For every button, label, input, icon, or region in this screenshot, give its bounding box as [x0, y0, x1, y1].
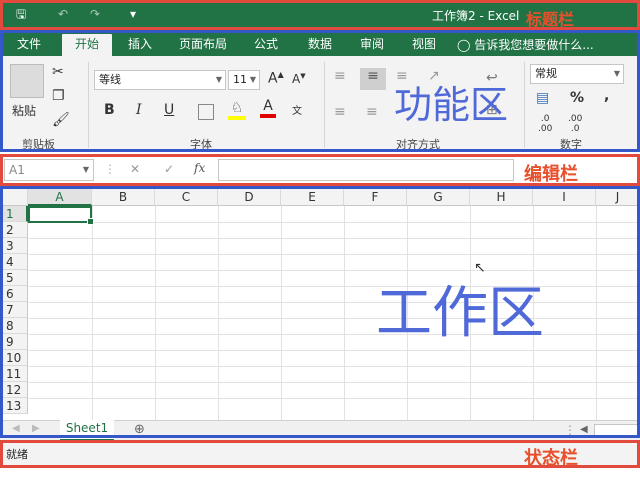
work-area-frame [0, 186, 640, 438]
formula-bar-annotation: 编辑栏 [524, 164, 578, 185]
ribbon-frame [0, 30, 640, 152]
ribbon-annotation: 功能区 [394, 83, 509, 127]
title-bar-annotation: 标题栏 [526, 10, 575, 29]
work-area-annotation: 工作区 [376, 281, 544, 346]
status-bar-annotation: 状态栏 [524, 448, 578, 469]
